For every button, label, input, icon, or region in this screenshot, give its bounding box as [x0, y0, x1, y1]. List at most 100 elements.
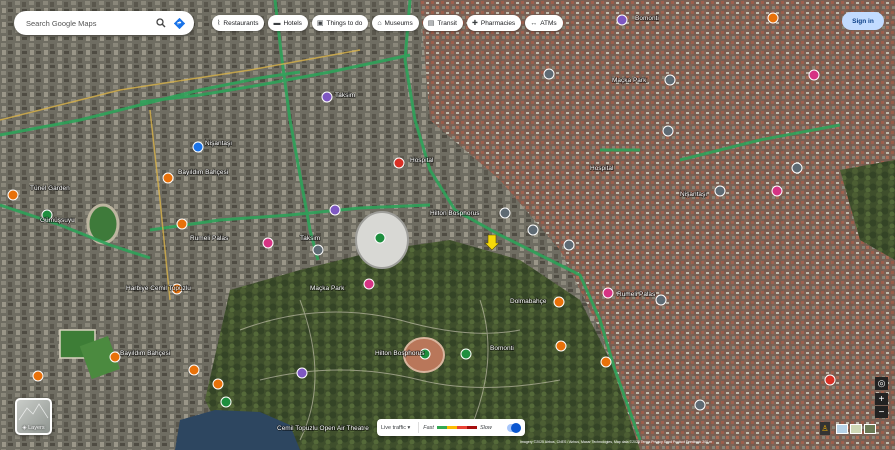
traffic-fast-label: Fast [423, 424, 434, 431]
park-pin-icon[interactable] [460, 348, 472, 360]
zoom-out-button[interactable]: − [875, 406, 888, 418]
svg-text:Hilton Bosphorus: Hilton Bosphorus [430, 210, 480, 217]
attraction-pin-icon[interactable] [321, 91, 333, 103]
transit-pin-icon[interactable] [694, 399, 706, 411]
layers-button[interactable]: ◈ Layers [15, 398, 52, 435]
hospital-pin-icon[interactable] [109, 351, 121, 363]
transit-pin-icon[interactable] [499, 207, 511, 219]
restaurant-pin-icon[interactable] [212, 378, 224, 390]
transit-pin-icon[interactable] [662, 125, 674, 137]
chip-transit[interactable]: ▤ Transit [422, 15, 463, 31]
map-attribution: Imagery ©2025 Airbus, CNES / Airbus, Max… [520, 440, 712, 444]
transit-pin-icon[interactable] [527, 224, 539, 236]
chip-museums[interactable]: ⌂ Museums [372, 15, 419, 31]
svg-text:Bayıldım Bahçesi: Bayıldım Bahçesi [120, 350, 170, 357]
traffic-slow-label: Slow [479, 424, 492, 431]
svg-text:Rumeli Palas: Rumeli Palas [617, 291, 656, 298]
museum-pin-icon[interactable] [616, 14, 628, 26]
layers-thumbnail [18, 403, 49, 421]
museum-icon: ⌂ [377, 19, 382, 27]
hospital-pin-icon[interactable] [824, 374, 836, 386]
svg-text:Rumeli Palas: Rumeli Palas [190, 235, 229, 242]
map-thumbnail[interactable] [836, 424, 848, 434]
transit-pin-icon[interactable] [543, 68, 555, 80]
svg-text:Tünel Garden: Tünel Garden [30, 185, 70, 192]
hotel-pin-icon[interactable] [771, 185, 783, 197]
traffic-legend-bar [436, 426, 477, 429]
restaurant-pin-icon[interactable] [162, 172, 174, 184]
transit-pin-icon[interactable] [791, 162, 803, 174]
terrain-thumbnail[interactable] [850, 424, 862, 434]
zoom-in-button[interactable]: + [875, 393, 888, 405]
transit-icon: ▤ [427, 19, 435, 27]
satellite-map[interactable]: Tünel Garden Gümüşsuyu Bayıldım Bahçesi … [0, 0, 895, 450]
live-traffic-dropdown[interactable]: Live traffic ▾ [381, 425, 410, 431]
restaurant-pin-icon[interactable] [176, 218, 188, 230]
svg-text:Bomonti: Bomonti [490, 345, 514, 352]
svg-text:Hospital: Hospital [410, 157, 434, 164]
park-pin-icon[interactable] [374, 232, 386, 244]
my-location-button[interactable]: ◎ [875, 377, 888, 390]
svg-text:Bayıldım Bahçesi: Bayıldım Bahçesi [178, 169, 228, 176]
svg-text:Harbiye Cemil Topuzlu: Harbiye Cemil Topuzlu [126, 285, 191, 292]
transit-pin-icon[interactable] [655, 294, 667, 306]
divider [418, 422, 420, 433]
svg-text:Cemil Topuzlu Open Air Theatre: Cemil Topuzlu Open Air Theatre [277, 425, 369, 432]
svg-text:Maçka Park: Maçka Park [310, 285, 345, 292]
chip-label: ATMs [540, 19, 557, 27]
transit-pin-icon[interactable] [563, 239, 575, 251]
transit-pin-icon[interactable] [664, 74, 676, 86]
hotel-icon: ▬ [273, 19, 281, 27]
attraction-pin-icon[interactable] [296, 367, 308, 379]
traffic-toggle[interactable] [507, 422, 521, 433]
svg-text:Gümüşsuyu: Gümüşsuyu [40, 217, 75, 224]
hospital-pin-icon[interactable] [393, 157, 405, 169]
chip-pharmacies[interactable]: ✚ Pharmacies [466, 15, 522, 31]
chip-atms[interactable]: ↔ ATMs [525, 15, 563, 31]
svg-text:Taksim: Taksim [335, 92, 355, 99]
restaurant-pin-icon[interactable] [600, 356, 612, 368]
satellite-thumbnail[interactable] [864, 424, 876, 434]
transit-pin-icon[interactable] [312, 244, 324, 256]
pharmacy-icon: ✚ [471, 19, 478, 27]
pegman-icon[interactable]: ♙ [820, 422, 830, 435]
map-type-thumbnails [836, 424, 876, 434]
chip-label: Hotels [283, 19, 302, 27]
restaurant-pin-icon[interactable] [555, 340, 567, 352]
svg-text:Hospital: Hospital [590, 165, 614, 172]
chip-label: Transit [437, 19, 457, 27]
restaurant-pin-icon[interactable] [767, 12, 779, 24]
svg-text:Dolmabahçe: Dolmabahçe [510, 298, 547, 305]
transit-pin-icon[interactable] [192, 141, 204, 153]
restaurant-pin-icon[interactable] [553, 296, 565, 308]
transit-pin-icon[interactable] [714, 185, 726, 197]
restaurant-pin-icon[interactable] [188, 364, 200, 376]
layers-text: Layers [28, 425, 45, 431]
hotel-pin-icon[interactable] [808, 69, 820, 81]
chip-label: Restaurants [223, 19, 259, 27]
attraction-pin-icon[interactable] [329, 204, 341, 216]
park-pin-icon[interactable] [220, 396, 232, 408]
search-box[interactable] [14, 11, 194, 35]
svg-text:Nişantaşı: Nişantaşı [205, 140, 232, 147]
svg-text:Hilton Bosphorus: Hilton Bosphorus [375, 350, 425, 357]
sign-in-button[interactable]: Sign in [842, 12, 884, 30]
restaurant-pin-icon[interactable] [32, 370, 44, 382]
chip-label: Things to do [326, 19, 363, 27]
search-input[interactable] [24, 17, 150, 29]
chip-things-to-do[interactable]: ▣ Things to do [311, 15, 369, 31]
directions-icon[interactable] [172, 16, 186, 30]
hotel-pin-icon[interactable] [363, 278, 375, 290]
search-icon[interactable] [154, 16, 168, 30]
hotel-pin-icon[interactable] [602, 287, 614, 299]
hotel-pin-icon[interactable] [262, 237, 274, 249]
chip-hotels[interactable]: ▬ Hotels [268, 15, 308, 31]
layers-label: ◈ Layers [17, 425, 50, 431]
live-traffic-panel: Live traffic ▾ Fast Slow [377, 419, 525, 436]
restaurant-pin-icon[interactable] [7, 189, 19, 201]
restaurant-icon: ⌇ [217, 19, 221, 27]
svg-text:Bomonti: Bomonti [635, 15, 659, 22]
chip-label: Pharmacies [480, 19, 516, 27]
atm-icon: ↔ [530, 19, 538, 27]
chip-restaurants[interactable]: ⌇ Restaurants [212, 15, 265, 31]
